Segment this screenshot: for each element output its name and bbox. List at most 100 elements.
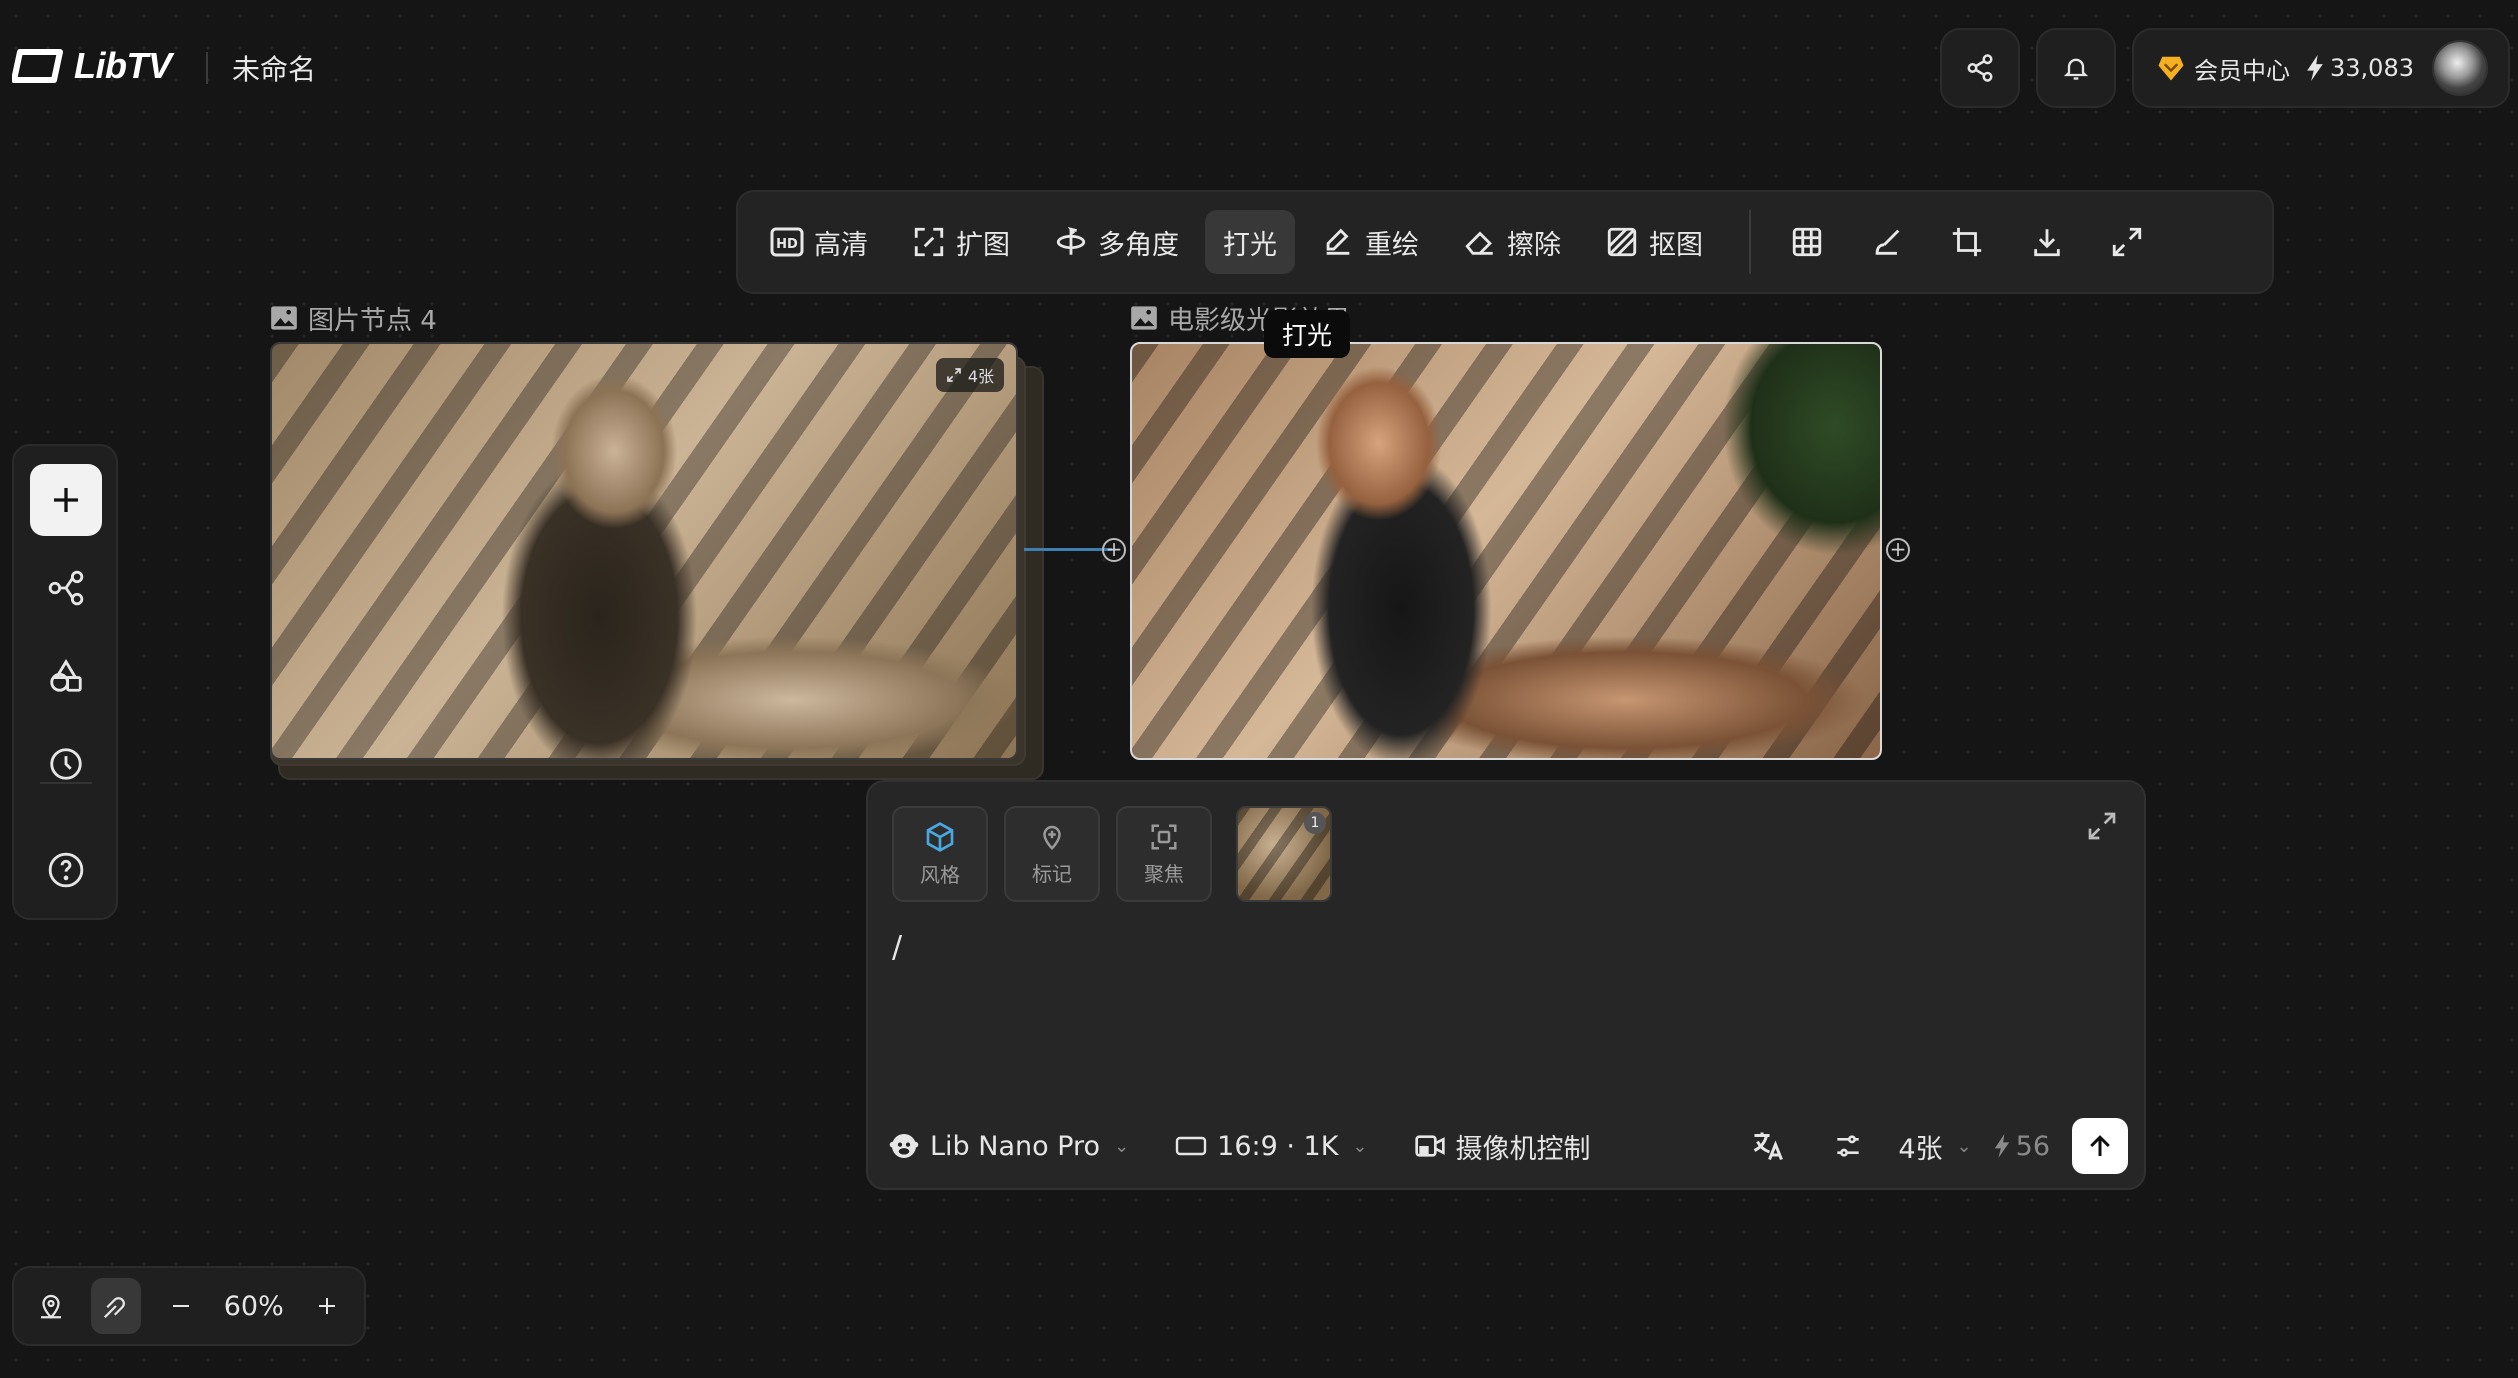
help-button[interactable] xyxy=(30,834,102,906)
thumbnail-count: 1 xyxy=(1304,812,1326,834)
camera-label: 摄像机控制 xyxy=(1455,1133,1591,1165)
zoom-out-button[interactable] xyxy=(155,1278,206,1334)
model-select[interactable]: Lib Nano Pro ⌄ xyxy=(888,1130,1129,1162)
grid-split-button[interactable] xyxy=(1775,210,1839,274)
minus-icon xyxy=(172,1305,189,1307)
multi-angle-label: 多角度 xyxy=(1098,229,1179,261)
count-select[interactable]: 4张 ⌄ xyxy=(1898,1127,1971,1166)
ratio-select[interactable]: 16:9 · 1K ⌄ xyxy=(1175,1131,1368,1162)
image-toolbar: HD 高清 扩图 多角度 打光 重绘 擦除 抠图 xyxy=(736,190,2274,294)
lighting-button[interactable]: 打光 xyxy=(1205,210,1295,274)
settings-button[interactable] xyxy=(1820,1118,1876,1174)
history-button[interactable] xyxy=(30,728,102,800)
image-node-4[interactable]: 4张 xyxy=(270,342,1018,760)
edit-icon xyxy=(1326,228,1350,255)
maximize-icon xyxy=(2112,227,2142,257)
bell-icon xyxy=(2063,58,2089,80)
workflow-button[interactable] xyxy=(30,552,102,624)
image-icon xyxy=(1131,306,1157,330)
hd-button[interactable]: HD 高清 xyxy=(752,210,886,274)
fullscreen-button[interactable] xyxy=(2095,210,2159,274)
sliders-icon xyxy=(1837,1135,1860,1157)
repaint-button[interactable]: 重绘 xyxy=(1303,210,1437,274)
chevron-down-icon: ⌄ xyxy=(1956,1135,1972,1157)
cutout-button[interactable]: 抠图 xyxy=(1587,210,1721,274)
camera-control[interactable]: 摄像机控制 xyxy=(1414,1127,1591,1166)
crop-icon xyxy=(1952,227,1982,257)
brand-name: LibTV xyxy=(74,45,172,86)
badge-count: 4张 xyxy=(967,367,994,386)
camera-icon xyxy=(1414,1135,1445,1157)
lightning-icon xyxy=(2307,55,2323,81)
crop-button[interactable] xyxy=(1935,210,1999,274)
style-label: 风格 xyxy=(920,862,960,887)
points-value: 33,083 xyxy=(2330,54,2414,82)
focus-chip[interactable]: 聚焦 xyxy=(1116,806,1212,902)
connector-plus-icon[interactable]: + xyxy=(1102,538,1126,562)
add-node-button[interactable] xyxy=(30,464,102,536)
mark-chip[interactable]: 标记 xyxy=(1004,806,1100,902)
mark-label: 标记 xyxy=(1032,861,1072,886)
clock-icon xyxy=(50,748,82,780)
minimap-button[interactable] xyxy=(26,1278,77,1334)
lighting-tooltip: 打光 xyxy=(1264,310,1351,358)
sidebar-divider xyxy=(40,782,92,784)
brush-button[interactable] xyxy=(1855,210,1919,274)
shapes-icon xyxy=(50,658,82,692)
logo-icon xyxy=(12,49,63,83)
cutout-label: 抠图 xyxy=(1649,229,1703,261)
assets-button[interactable] xyxy=(30,640,102,712)
account-area[interactable]: 会员中心 33,083 xyxy=(2132,28,2510,108)
erase-label: 擦除 xyxy=(1507,229,1561,261)
cutout-icon xyxy=(1607,227,1637,257)
style-chip[interactable]: 风格 xyxy=(892,806,988,902)
svg-text:HD: HD xyxy=(776,237,798,252)
project-title[interactable]: 未命名 xyxy=(232,48,316,88)
repaint-label: 重绘 xyxy=(1365,229,1419,261)
cube-icon xyxy=(926,821,954,852)
pin-add-icon xyxy=(1043,825,1061,850)
image-node-lighting[interactable] xyxy=(1130,342,1882,760)
multi-angle-button[interactable]: 多角度 xyxy=(1036,210,1197,274)
plus-icon xyxy=(318,1298,335,1314)
expand-button[interactable]: 扩图 xyxy=(894,210,1028,274)
translate-icon xyxy=(1754,1132,1784,1161)
zoom-level[interactable]: 60% xyxy=(220,1291,287,1322)
image-count-badge[interactable]: 4张 xyxy=(935,358,1004,392)
generation-panel: 风格 标记 聚焦 1 / Lib Nano Pro ⌄ 16:9 · 1K ⌄ … xyxy=(866,780,2146,1190)
erase-button[interactable]: 擦除 xyxy=(1445,210,1579,274)
left-sidebar xyxy=(12,444,118,920)
node-label-1[interactable]: 图片节点 4 xyxy=(270,300,437,336)
hd-label: 高清 xyxy=(814,229,868,261)
snap-button[interactable] xyxy=(90,1278,142,1334)
send-button[interactable] xyxy=(2072,1118,2128,1174)
count-value: 4张 xyxy=(1898,1133,1943,1165)
brush-icon xyxy=(1875,229,1900,255)
grid-icon xyxy=(1792,227,1822,257)
chevron-down-icon: ⌄ xyxy=(1352,1135,1368,1157)
expand-arrows-icon xyxy=(946,368,961,382)
share-button[interactable] xyxy=(1940,28,2020,108)
vip-center-label: 会员中心 xyxy=(2194,56,2290,85)
add-node-plus-icon[interactable]: + xyxy=(1886,538,1910,562)
focus-label: 聚焦 xyxy=(1144,861,1184,886)
panel-expand-button[interactable] xyxy=(2080,804,2124,848)
panel-controls: Lib Nano Pro ⌄ 16:9 · 1K ⌄ 摄像机控制 4张 ⌄ 56 xyxy=(888,1116,2128,1176)
arrow-up-icon xyxy=(2090,1135,2110,1156)
libtv-logo[interactable]: LibTV xyxy=(12,44,172,88)
prompt-input[interactable]: / xyxy=(892,930,902,965)
share-icon xyxy=(1967,54,1993,82)
zoom-bar: 60% xyxy=(12,1266,366,1346)
notification-button[interactable] xyxy=(2036,28,2116,108)
chevron-down-icon: ⌄ xyxy=(1114,1135,1130,1157)
model-name: Lib Nano Pro xyxy=(930,1130,1101,1162)
translate-button[interactable] xyxy=(1740,1118,1796,1174)
aspect-ratio-icon xyxy=(1175,1136,1207,1156)
header-divider xyxy=(206,52,208,84)
magnet-icon xyxy=(104,1297,125,1319)
avatar[interactable] xyxy=(2432,40,2488,96)
download-button[interactable] xyxy=(2015,210,2079,274)
zoom-in-button[interactable] xyxy=(301,1278,352,1334)
toolbar-divider xyxy=(1749,210,1751,274)
reference-thumbnail[interactable]: 1 xyxy=(1236,806,1332,902)
